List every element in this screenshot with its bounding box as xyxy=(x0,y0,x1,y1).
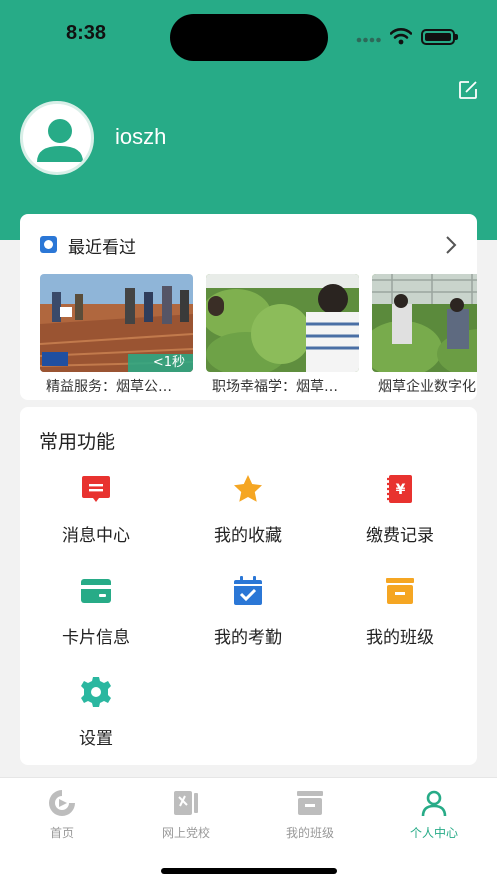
function-label: 我的考勤 xyxy=(214,628,282,648)
recent-item[interactable]: <1秒 精益服务：烟草公… xyxy=(40,274,193,394)
function-label: 缴费记录 xyxy=(366,526,434,546)
class-icon xyxy=(297,791,323,815)
function-label: 我的班级 xyxy=(366,628,434,648)
username: ioszh xyxy=(115,124,167,149)
recent-item[interactable]: 职场幸福学：烟草… xyxy=(206,274,359,394)
chevron-right-icon[interactable] xyxy=(444,234,458,256)
tab-personal-center[interactable]: 个人中心 xyxy=(372,788,496,848)
home-icon xyxy=(49,790,75,816)
function-card-info[interactable]: 卡片信息 xyxy=(20,575,172,665)
receipt-icon: ¥ xyxy=(387,475,412,503)
tab-home[interactable]: 首页 xyxy=(0,788,124,848)
card-icon xyxy=(81,579,111,603)
recent-title: 最近看过 xyxy=(68,238,136,258)
tab-label: 我的班级 xyxy=(285,826,334,840)
signal-icon xyxy=(356,37,381,43)
functions-title: 常用功能 xyxy=(39,431,116,453)
tab-label: 首页 xyxy=(49,826,74,840)
function-settings[interactable]: 设置 xyxy=(20,676,172,766)
recent-item-caption: 职场幸福学：烟草… xyxy=(212,379,338,394)
tab-label: 个人中心 xyxy=(409,826,458,840)
person-icon xyxy=(421,790,447,817)
dynamic-island xyxy=(170,14,328,61)
recent-viewed-card: 最近看过 <1秒 精益服务：烟草公… 职场幸福学：烟草… 烟草企业数字化 xyxy=(20,214,477,400)
tab-my-class[interactable]: 我的班级 xyxy=(248,788,372,848)
tab-label: 网上党校 xyxy=(161,826,210,840)
function-message-center[interactable]: 消息中心 xyxy=(20,473,172,563)
tab-online-party-school[interactable]: 网上党校 xyxy=(124,788,248,848)
star-icon xyxy=(234,475,262,502)
calendar-check-icon xyxy=(234,576,262,605)
video-thumbnail xyxy=(206,274,359,372)
status-time: 8:38 xyxy=(66,22,107,44)
history-icon xyxy=(40,236,57,253)
common-functions-card: 常用功能 消息中心 我的收藏 ¥ 缴费记录 卡片信息 我的考勤 我的班级 设置 xyxy=(20,407,477,765)
recent-item[interactable]: 烟草企业数字化 xyxy=(372,274,477,394)
function-my-class[interactable]: 我的班级 xyxy=(324,575,476,665)
function-label: 卡片信息 xyxy=(62,628,130,648)
avatar[interactable] xyxy=(20,101,94,175)
video-thumbnail xyxy=(372,274,477,372)
party-school-icon xyxy=(174,791,198,815)
function-my-attendance[interactable]: 我的考勤 xyxy=(172,575,324,665)
class-icon xyxy=(386,578,414,604)
gear-icon xyxy=(81,677,111,707)
video-duration: <1秒 xyxy=(152,355,185,370)
tab-bar: 首页 网上党校 我的班级 个人中心 xyxy=(0,777,497,883)
function-my-favorites[interactable]: 我的收藏 xyxy=(172,473,324,563)
message-icon xyxy=(82,476,110,502)
function-label: 消息中心 xyxy=(62,526,130,546)
recent-item-caption: 烟草企业数字化 xyxy=(378,379,476,394)
function-label: 我的收藏 xyxy=(214,526,282,546)
function-label: 设置 xyxy=(79,729,113,749)
recent-item-caption: 精益服务：烟草公… xyxy=(46,379,172,394)
video-thumbnail: <1秒 xyxy=(40,274,193,372)
recent-list: <1秒 精益服务：烟草公… 职场幸福学：烟草… 烟草企业数字化 xyxy=(40,274,477,394)
home-indicator xyxy=(161,868,337,874)
battery-icon xyxy=(421,29,458,45)
status-bar: 8:38 xyxy=(0,0,497,61)
edit-icon[interactable] xyxy=(457,79,479,101)
svg-text:¥: ¥ xyxy=(396,482,406,498)
wifi-icon xyxy=(390,28,412,45)
function-payment-records[interactable]: ¥ 缴费记录 xyxy=(324,473,476,563)
